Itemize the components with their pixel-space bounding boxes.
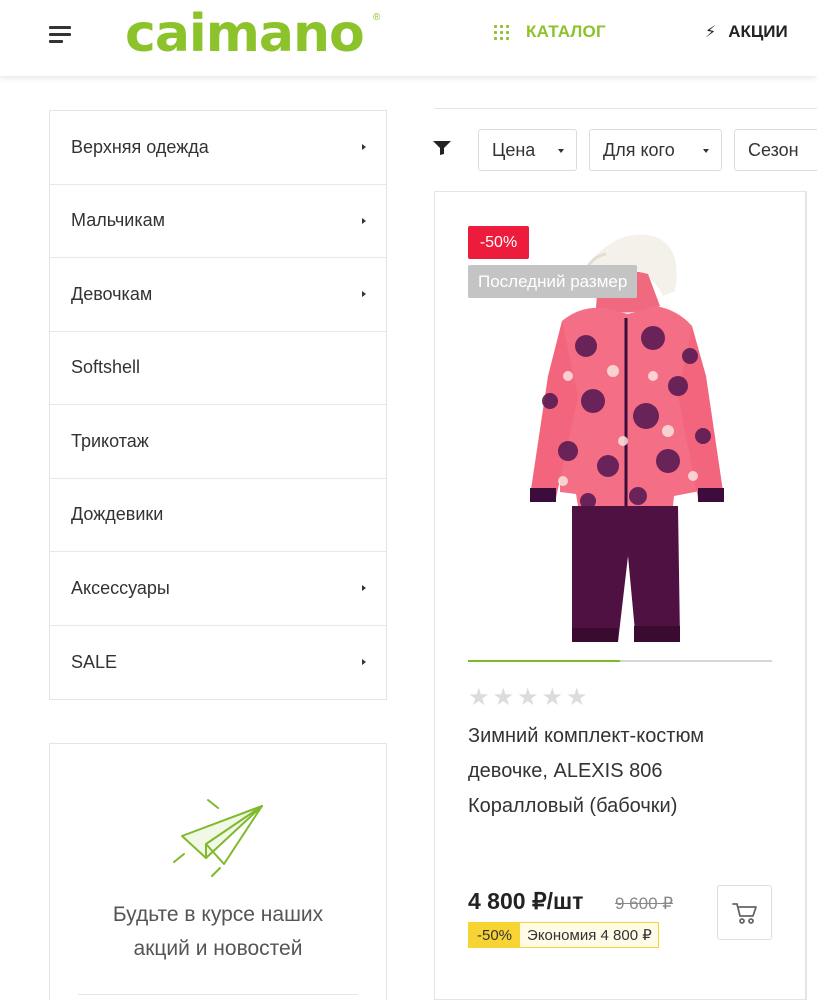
product-title[interactable]: Зимний комплект-костюм девочке, ALEXIS 8…: [468, 719, 768, 824]
gallery-progress-fill: [468, 660, 620, 662]
savings-text: Экономия 4 800 ₽: [520, 923, 658, 947]
sidebar-item-label: Девочкам: [71, 283, 153, 304]
filter-season-label: Сезон: [748, 139, 799, 160]
chevron-down-icon: [558, 149, 564, 153]
nav-sales[interactable]: ⚡︎ АКЦИИ: [705, 22, 788, 42]
subscribe-text-line2: акций и новостей: [133, 937, 303, 960]
sidebar-item-3[interactable]: Softshell: [50, 332, 386, 405]
star-icon[interactable]: ★: [542, 686, 566, 710]
sidebar-item-label: Аксессуары: [71, 577, 170, 598]
filter-price-label: Цена: [492, 139, 536, 160]
menu-icon[interactable]: [49, 24, 73, 44]
nav-sales-label: АКЦИИ: [728, 22, 788, 41]
sidebar-item-1[interactable]: Мальчикам: [50, 185, 386, 258]
product-old-price: 9 600 ₽: [615, 894, 674, 913]
last-size-badge: Последний размер: [468, 265, 638, 298]
nav-catalog-label: КАТАЛОГ: [526, 22, 606, 41]
filter-icon[interactable]: [432, 140, 452, 156]
discount-badge: -50%: [468, 226, 529, 259]
sidebar-item-4[interactable]: Трикотаж: [50, 405, 386, 479]
star-icon[interactable]: ★: [493, 686, 517, 710]
star-icon[interactable]: ★: [566, 686, 590, 710]
chevron-down-icon: [703, 149, 709, 153]
category-sidebar: Верхняя одежда Мальчикам Девочкам Softshell…: [49, 110, 387, 700]
paper-plane-icon: [173, 799, 263, 877]
chevron-right-icon: [362, 217, 366, 224]
filter-for-whom-label: Для кого: [603, 139, 675, 160]
grid-icon: [494, 24, 509, 40]
sidebar-item-label: Softshell: [71, 357, 141, 378]
bolt-icon: ⚡︎: [705, 24, 717, 41]
subscribe-text-line1: Будьте в курсе наших: [112, 903, 324, 926]
logo-registered-mark: ®: [373, 12, 381, 23]
sidebar-item-5[interactable]: Дождевики: [50, 479, 386, 552]
subscribe-text: Будьте в курсе наших акций и новостей: [70, 898, 366, 966]
chevron-right-icon: [362, 291, 366, 297]
next-product-card[interactable]: [806, 191, 817, 1000]
divider: [78, 994, 358, 995]
rating-stars[interactable]: ★ ★ ★ ★ ★: [468, 686, 590, 710]
chevron-right-icon: [362, 658, 366, 665]
sidebar-item-0[interactable]: Верхняя одежда: [50, 111, 386, 185]
savings-badge: -50% Экономия 4 800 ₽: [468, 922, 659, 948]
star-icon[interactable]: ★: [468, 686, 492, 710]
sidebar-item-label: SALE: [71, 651, 118, 672]
savings-percent: -50%: [469, 923, 521, 947]
star-icon[interactable]: ★: [517, 686, 541, 710]
add-to-cart-button[interactable]: [717, 885, 772, 940]
sidebar-item-7[interactable]: SALE: [50, 626, 386, 700]
logo[interactable]: caimano: [125, 2, 365, 66]
sidebar-item-label: Верхняя одежда: [71, 136, 209, 157]
sidebar-item-6[interactable]: Аксессуары: [50, 552, 386, 626]
filter-price[interactable]: Цена: [478, 129, 577, 171]
divider: [434, 108, 817, 109]
sidebar-item-label: Дождевики: [71, 504, 164, 525]
nav-catalog[interactable]: КАТАЛОГ: [494, 22, 606, 42]
gallery-progress: [468, 660, 772, 662]
cart-icon: [731, 902, 757, 924]
chevron-right-icon: [362, 585, 366, 591]
sidebar-item-label: Трикотаж: [71, 430, 149, 451]
subscribe-block: Будьте в курсе наших акций и новостей: [49, 743, 387, 1000]
sidebar-item-label: Мальчикам: [71, 210, 165, 231]
sidebar-item-2[interactable]: Девочкам: [50, 258, 386, 332]
product-price: 4 800 ₽/шт: [468, 888, 584, 914]
filter-for-whom[interactable]: Для кого: [589, 129, 722, 171]
product-card[interactable]: -50% Последний размер ★ ★ ★ ★ ★ Зимний компл…: [434, 191, 806, 1000]
chevron-right-icon: [362, 144, 366, 150]
filter-season[interactable]: Сезон: [734, 129, 817, 171]
site-header: caimano ® КАТАЛОГ ⚡︎ АКЦИИ: [0, 0, 817, 76]
